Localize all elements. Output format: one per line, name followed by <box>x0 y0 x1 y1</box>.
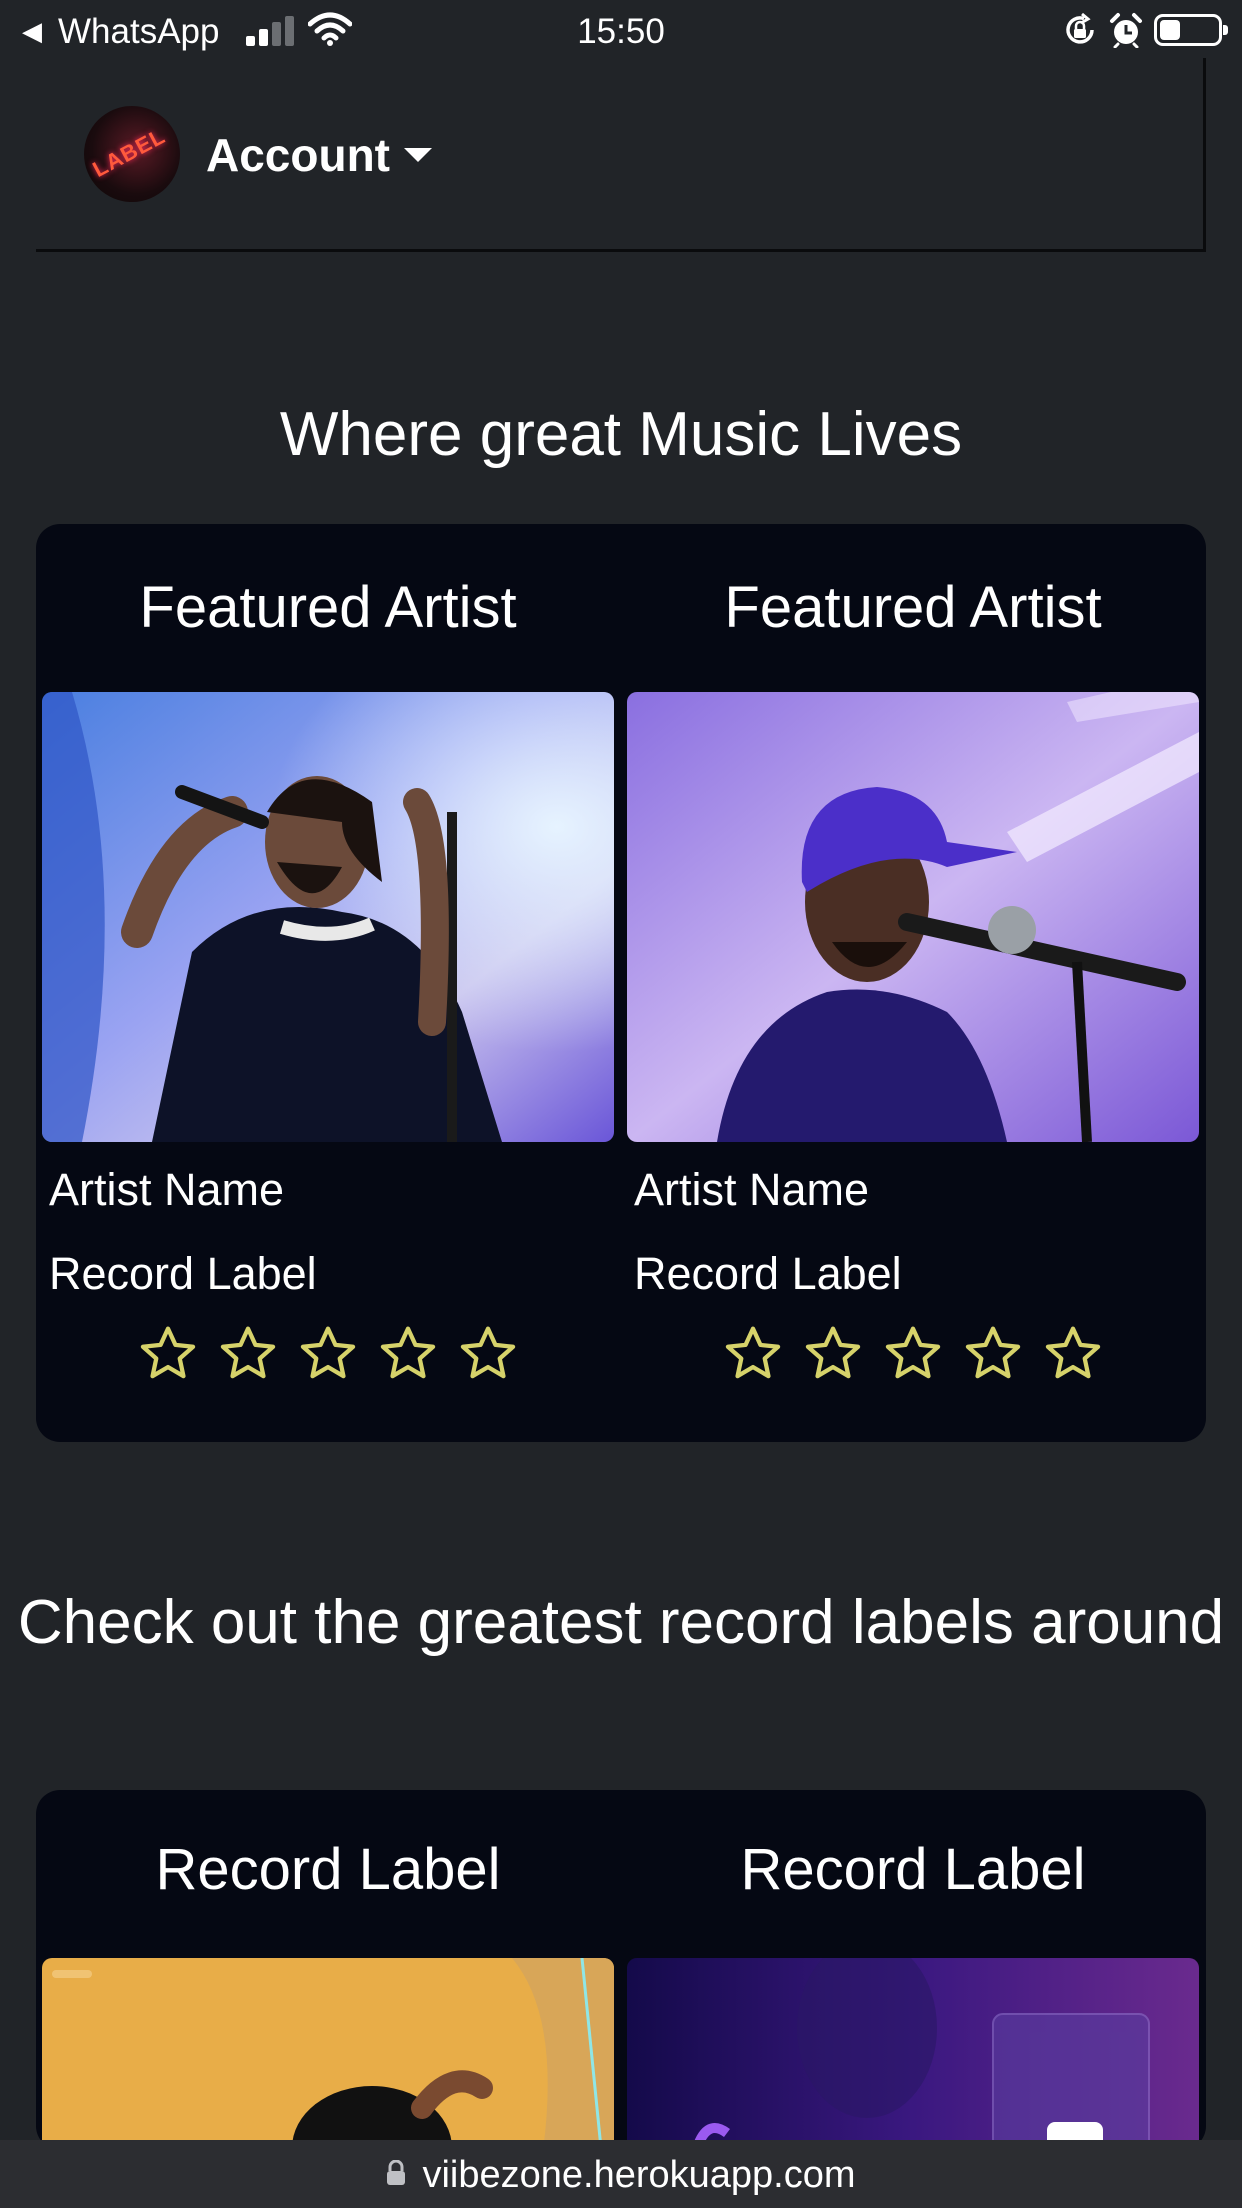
star-icon[interactable] <box>1041 1322 1105 1386</box>
star-icon[interactable] <box>136 1322 200 1386</box>
star-rating[interactable] <box>627 1322 1199 1386</box>
star-rating[interactable] <box>42 1322 614 1386</box>
artist-name: Artist Name <box>634 1164 870 1215</box>
card-title: Record Label <box>740 1837 1086 1902</box>
artist-name: Artist Name <box>49 1164 285 1215</box>
star-icon[interactable] <box>376 1322 440 1386</box>
star-icon[interactable] <box>216 1322 280 1386</box>
star-icon[interactable] <box>961 1322 1025 1386</box>
rotation-lock-icon <box>1062 12 1098 53</box>
browser-address-bar[interactable]: viibezone.herokuapp.com <box>0 2140 1242 2208</box>
star-icon[interactable] <box>296 1322 360 1386</box>
hero-title: Where great Music Lives <box>279 400 963 469</box>
star-icon[interactable] <box>456 1322 520 1386</box>
record-label-image[interactable] <box>42 1958 614 2150</box>
account-dropdown-toggle[interactable]: Account <box>206 128 432 182</box>
record-label-name: Record Label <box>49 1248 317 1299</box>
record-label-name: Record Label <box>634 1248 902 1299</box>
labels-section-title: Check out the greatest record labels aro… <box>17 1588 1225 1657</box>
avatar-logo-text: LABEL <box>88 123 170 182</box>
artist-photo[interactable] <box>627 692 1199 1142</box>
star-icon[interactable] <box>721 1322 785 1386</box>
card-title: Featured Artist <box>139 575 517 640</box>
status-bar: ◀ WhatsApp 15:50 <box>0 0 1242 62</box>
record-label-card[interactable]: Record Label <box>42 1790 614 2150</box>
alarm-clock-icon <box>1108 12 1144 53</box>
battery-icon <box>1154 14 1228 46</box>
featured-artists-panel: Featured Artist Artist Name Record Label… <box>36 524 1206 1442</box>
card-title: Record Label <box>155 1837 501 1902</box>
caret-down-icon <box>404 148 432 162</box>
clock-time: 15:50 <box>577 12 665 51</box>
star-icon[interactable] <box>881 1322 945 1386</box>
card-title: Featured Artist <box>724 575 1102 640</box>
record-label-card[interactable]: Record Label <box>627 1790 1199 2150</box>
star-icon[interactable] <box>801 1322 865 1386</box>
avatar[interactable]: LABEL <box>84 106 180 202</box>
record-label-image[interactable] <box>627 1958 1199 2150</box>
artist-card[interactable]: Featured Artist Artist Name Record Label <box>627 524 1199 1442</box>
artist-photo[interactable] <box>42 692 614 1142</box>
navbar: LABEL Account <box>36 58 1206 252</box>
account-label: Account <box>206 129 390 181</box>
artist-card[interactable]: Featured Artist Artist Name Record Label <box>42 524 614 1442</box>
record-labels-panel: Record Label Record Label <box>36 1790 1206 2150</box>
url-text[interactable]: viibezone.herokuapp.com <box>0 2154 1242 2197</box>
